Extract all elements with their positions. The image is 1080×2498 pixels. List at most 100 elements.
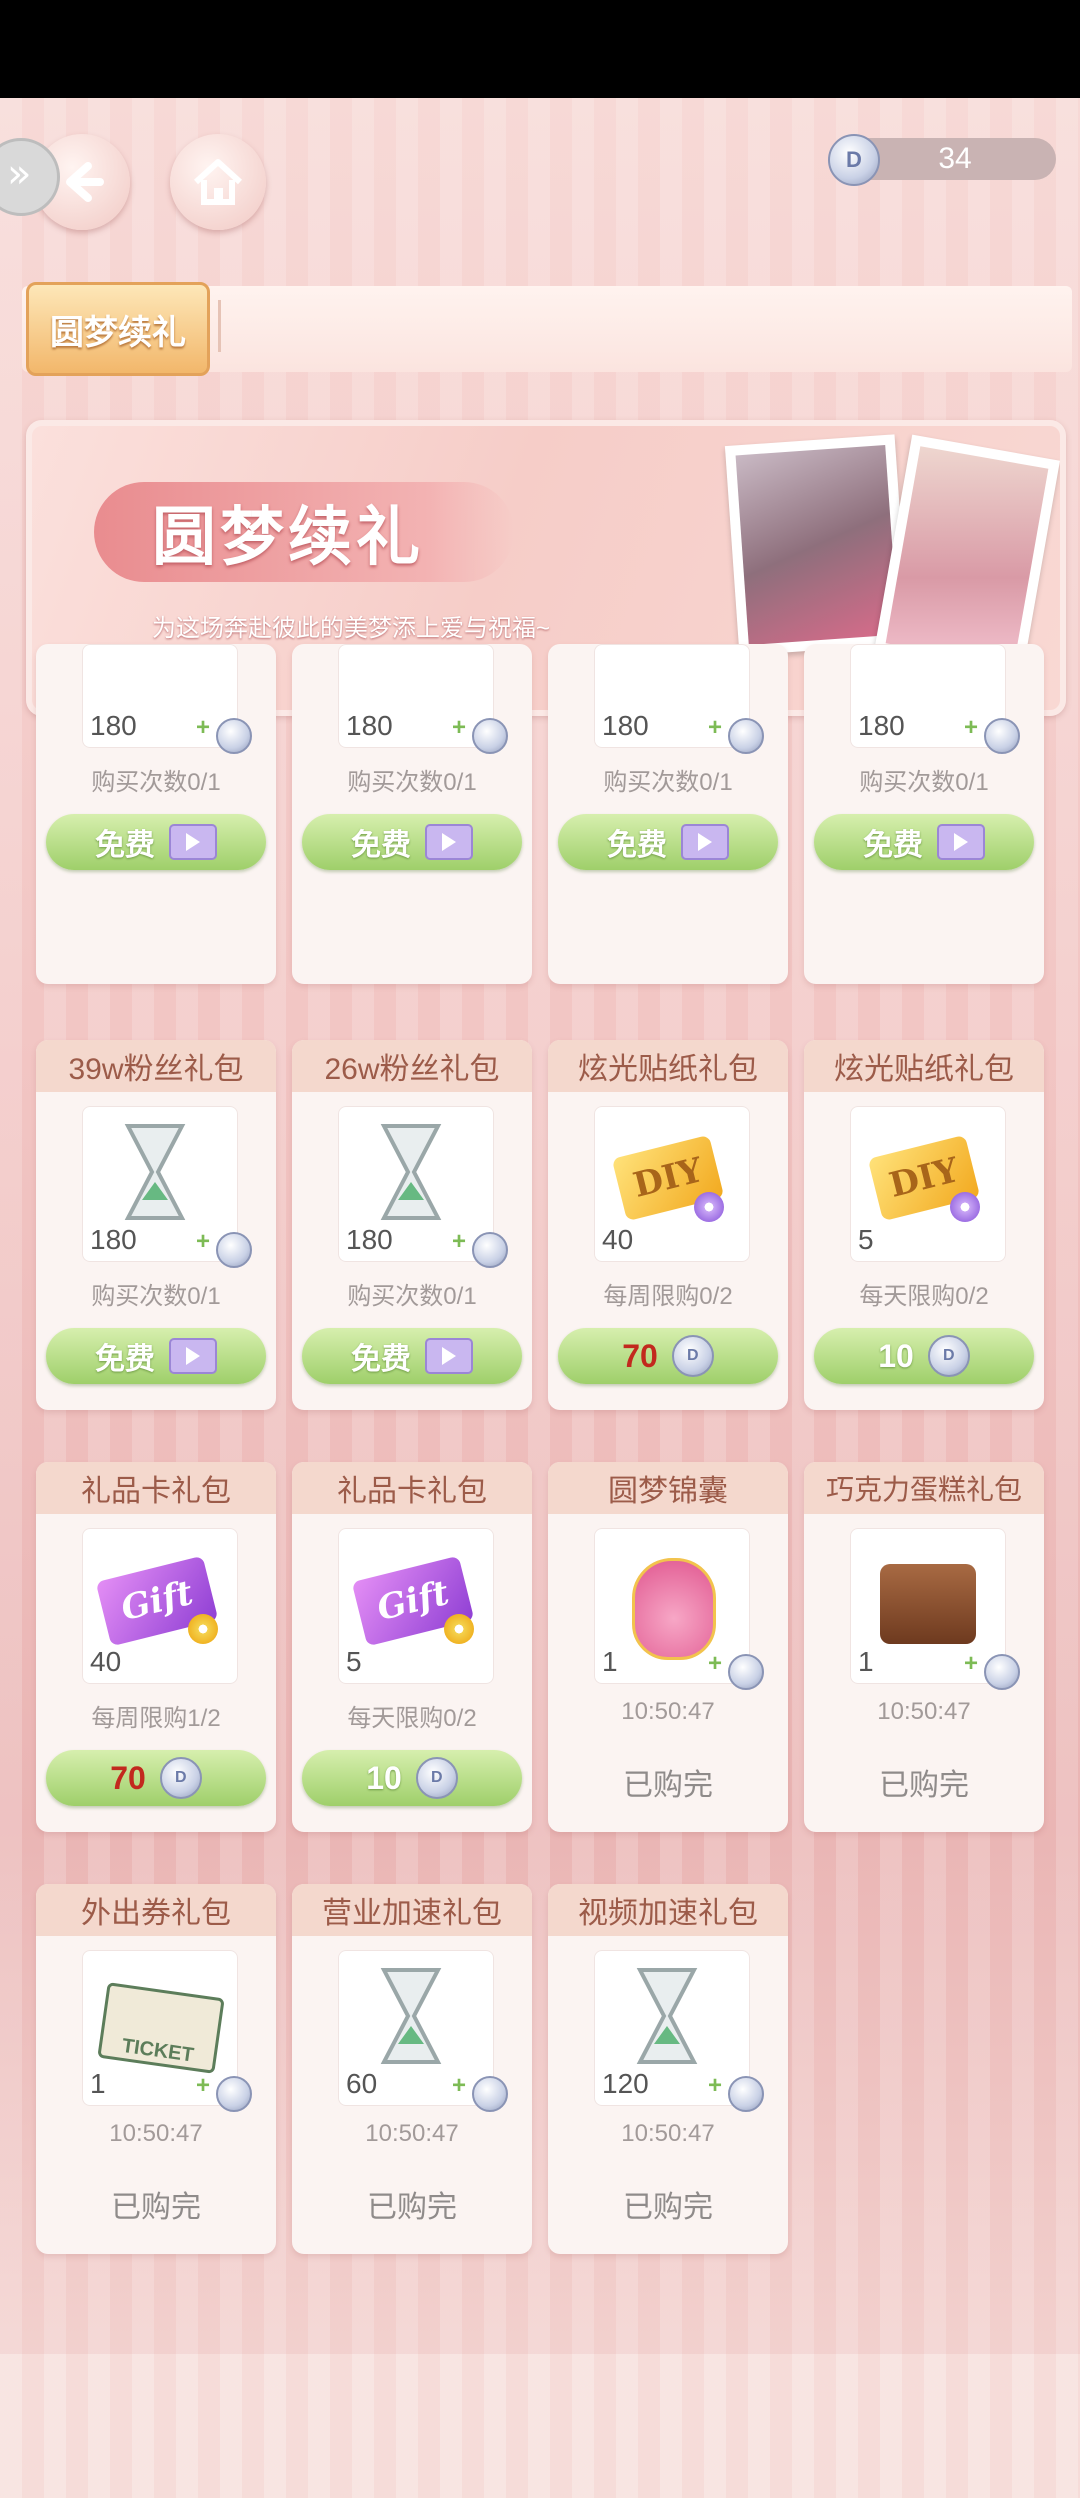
purchase-limit: 购买次数0/1	[859, 769, 989, 796]
card-title: 圆梦锦囊	[548, 1462, 788, 1514]
free-button[interactable]: 免费	[814, 814, 1034, 870]
countdown-timer: 10:50:47	[621, 2120, 715, 2147]
gift-card[interactable]: 巧克力蛋糕礼包 1 + 10:50:47 已购完	[804, 1462, 1044, 1832]
video-icon	[425, 1338, 473, 1374]
coin-icon	[216, 2076, 252, 2112]
video-icon	[681, 824, 729, 860]
button-label: 免费	[607, 829, 667, 862]
coin-icon	[472, 718, 508, 754]
gift-card[interactable]: 营业加速礼包 60 + 10:50:47 已购完	[292, 1884, 532, 2254]
flower-icon	[950, 1192, 980, 1222]
coin-icon	[216, 718, 252, 754]
button-label: 免费	[95, 829, 155, 862]
coin-icon	[472, 2076, 508, 2112]
video-icon	[169, 824, 217, 860]
card-title: 炫光贴纸礼包	[548, 1040, 788, 1092]
coin-icon: D	[828, 134, 880, 186]
coin-icon	[728, 718, 764, 754]
plus-icon: +	[451, 2072, 466, 2099]
gift-card[interactable]: 礼品卡礼包 Gift 5 每天限购0/2 10 D	[292, 1462, 532, 1832]
item-quantity: 180	[90, 1224, 137, 1255]
sold-out-label: 已购完	[111, 2191, 201, 2224]
gift-card[interactable]: 39w粉丝礼包 180 + 购买次数0/1 免费	[36, 1040, 276, 1410]
video-icon	[937, 824, 985, 860]
plus-icon: +	[451, 714, 466, 741]
purchase-limit: 每天限购0/2	[859, 1283, 989, 1310]
video-icon	[169, 1338, 217, 1374]
button-label: 免费	[351, 829, 411, 862]
ticket-icon: TICKET	[97, 1982, 225, 2074]
gift-card[interactable]: 180 + 购买次数0/1 免费	[548, 644, 788, 984]
price: 70	[110, 1759, 146, 1796]
button-label: 免费	[95, 1343, 155, 1376]
app-root: D 34 圆梦续礼 圆梦续礼 为这场奔赴彼此的美梦添上爱与祝福~ 180 + 购…	[0, 98, 1080, 2498]
banner-overlap-spacer	[0, 546, 1080, 640]
item-image: 180 +	[338, 1106, 508, 1268]
item-image: 1 +	[594, 1528, 764, 1690]
gift-card[interactable]: 180 + 购买次数0/1 免费	[36, 644, 276, 984]
coin-icon	[984, 718, 1020, 754]
sold-out-label: 已购完	[623, 1769, 713, 1802]
gift-card[interactable]: 26w粉丝礼包 180 + 购买次数0/1 免费	[292, 1040, 532, 1410]
item-quantity: 40	[602, 1224, 634, 1255]
lucky-pouch-icon	[632, 1558, 716, 1660]
card-title: 巧克力蛋糕礼包	[804, 1462, 1044, 1514]
card-title: 营业加速礼包	[292, 1884, 532, 1936]
gift-card[interactable]: 圆梦锦囊 1 + 10:50:47 已购完	[548, 1462, 788, 1832]
button-label: 免费	[351, 1343, 411, 1376]
coin-icon	[472, 1232, 508, 1268]
gift-card[interactable]: 礼品卡礼包 Gift 40 每周限购1/2 70 D	[36, 1462, 276, 1832]
plus-icon: +	[195, 1228, 210, 1255]
free-button[interactable]: 免费	[302, 1328, 522, 1384]
video-icon	[425, 824, 473, 860]
coin-icon: D	[671, 1335, 714, 1377]
home-button[interactable]	[170, 134, 266, 230]
item-image: TICKET 1 +	[82, 1950, 252, 2112]
item-image: DIY 5	[850, 1106, 1006, 1262]
free-button[interactable]: 免费	[46, 814, 266, 870]
buy-button[interactable]: 70 D	[558, 1328, 778, 1384]
gift-card[interactable]: 炫光贴纸礼包 DIY 40 每周限购0/2 70 D	[548, 1040, 788, 1410]
item-image: 120 +	[594, 1950, 764, 2112]
card-title: 炫光贴纸礼包	[804, 1040, 1044, 1092]
button-label: 免费	[863, 829, 923, 862]
item-image: 180 +	[82, 644, 252, 754]
free-button[interactable]: 免费	[302, 814, 522, 870]
item-quantity: 1	[602, 1646, 618, 1677]
item-image: Gift 40	[82, 1528, 238, 1684]
item-quantity: 180	[858, 710, 905, 741]
purchase-limit: 购买次数0/1	[347, 769, 477, 796]
gift-card[interactable]: 炫光贴纸礼包 DIY 5 每天限购0/2 10 D	[804, 1040, 1044, 1410]
buy-button[interactable]: 70 D	[46, 1750, 266, 1806]
coin-icon: D	[415, 1757, 458, 1799]
item-image: 60 +	[338, 1950, 508, 2112]
item-quantity: 180	[90, 710, 137, 741]
coin-icon	[728, 1654, 764, 1690]
item-quantity: 180	[346, 1224, 393, 1255]
buy-button[interactable]: 10 D	[302, 1750, 522, 1806]
tab-yuanmeng[interactable]: 圆梦续礼	[26, 282, 210, 376]
card-title: 礼品卡礼包	[292, 1462, 532, 1514]
coin-icon	[984, 1654, 1020, 1690]
sold-out-label: 已购完	[879, 1769, 969, 1802]
hourglass-icon	[636, 1968, 698, 2064]
item-quantity: 120	[602, 2068, 649, 2099]
purchase-limit: 购买次数0/1	[347, 1283, 477, 1310]
countdown-timer: 10:50:47	[621, 1698, 715, 1725]
purchase-limit: 购买次数0/1	[91, 769, 221, 796]
item-image: 1 +	[850, 1528, 1020, 1690]
gift-card[interactable]: 180 + 购买次数0/1 免费	[804, 644, 1044, 984]
gift-card[interactable]: 180 + 购买次数0/1 免费	[292, 644, 532, 984]
countdown-timer: 10:50:47	[365, 2120, 459, 2147]
item-image: DIY 40	[594, 1106, 750, 1262]
item-image: 180 +	[850, 644, 1020, 754]
gift-card[interactable]: 外出券礼包 TICKET 1 + 10:50:47 已购完	[36, 1884, 276, 2254]
buy-button[interactable]: 10 D	[814, 1328, 1034, 1384]
purchase-limit: 每周限购0/2	[603, 1283, 733, 1310]
plus-icon: +	[707, 2072, 722, 2099]
gift-card[interactable]: 视频加速礼包 120 + 10:50:47 已购完	[548, 1884, 788, 2254]
item-quantity: 5	[346, 1646, 362, 1677]
plus-icon: +	[707, 1650, 722, 1677]
free-button[interactable]: 免费	[558, 814, 778, 870]
free-button[interactable]: 免费	[46, 1328, 266, 1384]
